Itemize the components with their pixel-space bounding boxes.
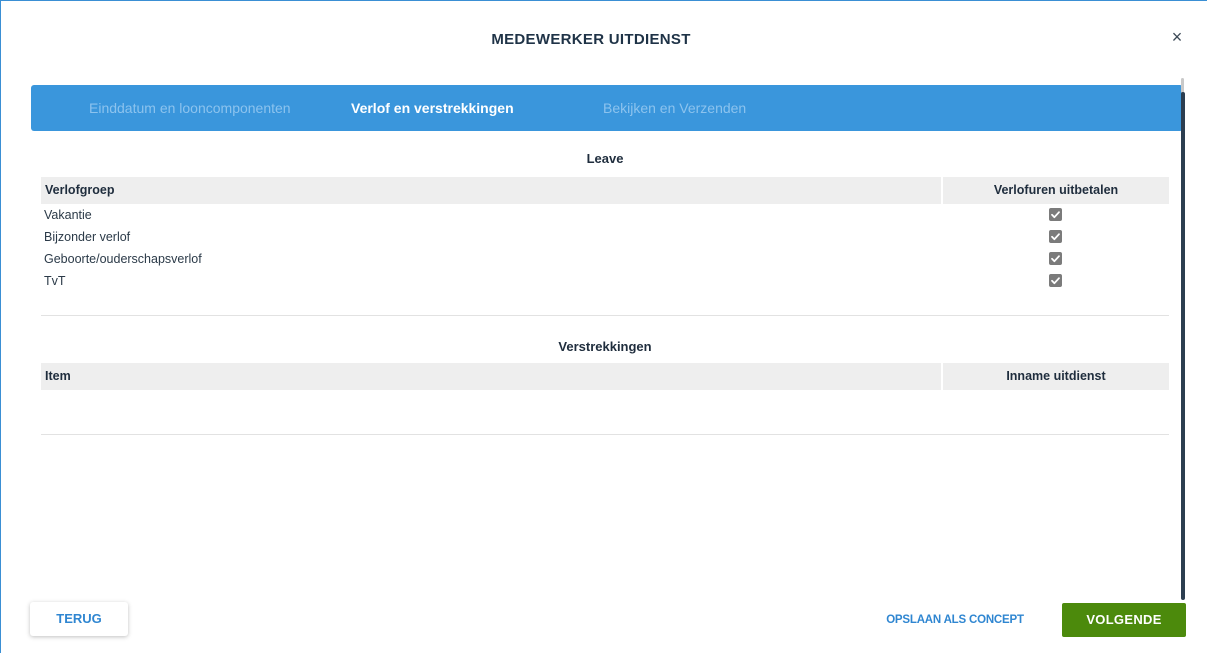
- row-label: Bijzonder verlof: [44, 230, 131, 244]
- column-header-verlofgroep: Verlofgroep: [41, 177, 941, 204]
- column-header-verlofuren-uitbetalen: Verlofuren uitbetalen: [943, 177, 1169, 204]
- modal-border-top: [0, 0, 1207, 1]
- table-row: Bijzonder verlof: [41, 226, 1169, 248]
- modal-border-left: [0, 0, 1, 653]
- column-header-inname-uitdienst: Inname uitdienst: [943, 363, 1169, 390]
- column-header-item: Item: [41, 363, 941, 390]
- checkmark-icon: [1051, 277, 1060, 285]
- next-button[interactable]: VOLGENDE: [1062, 603, 1186, 637]
- payout-checkbox[interactable]: [1049, 252, 1062, 265]
- scrollbar[interactable]: [1181, 78, 1185, 600]
- leave-table-header: Verlofgroep Verlofuren uitbetalen: [41, 177, 1169, 204]
- step-einddatum[interactable]: Einddatum en looncomponenten: [89, 85, 291, 131]
- wizard-stepper: Einddatum en looncomponenten Verlof en v…: [31, 85, 1183, 131]
- row-label: Geboorte/ouderschapsverlof: [44, 252, 202, 266]
- checkmark-icon: [1051, 211, 1060, 219]
- section-divider: [41, 434, 1169, 435]
- verstrekkingen-section-title: Verstrekkingen: [558, 339, 652, 354]
- row-label: Vakantie: [44, 208, 92, 222]
- payout-checkbox[interactable]: [1049, 230, 1062, 243]
- step-verlof-active[interactable]: Verlof en verstrekkingen: [351, 85, 514, 131]
- modal-title: MEDEWERKER UITDIENST: [491, 31, 691, 48]
- checkmark-icon: [1051, 233, 1060, 241]
- verstrekkingen-table-header: Item Inname uitdienst: [41, 363, 1169, 390]
- leave-section-title: Leave: [586, 151, 624, 166]
- back-button[interactable]: TERUG: [30, 602, 128, 636]
- scrollbar-thumb[interactable]: [1181, 92, 1185, 600]
- save-draft-button[interactable]: OPSLAAN ALS CONCEPT: [880, 610, 1030, 630]
- payout-checkbox[interactable]: [1049, 274, 1062, 287]
- step-bekijken[interactable]: Bekijken en Verzenden: [603, 85, 746, 131]
- table-row: TvT: [41, 270, 1169, 292]
- table-row: Geboorte/ouderschapsverlof: [41, 248, 1169, 270]
- payout-checkbox[interactable]: [1049, 208, 1062, 221]
- row-label: TvT: [44, 274, 66, 288]
- section-divider: [41, 315, 1169, 316]
- scrollbar-track: [1181, 78, 1184, 93]
- close-icon[interactable]: ×: [1168, 27, 1186, 47]
- checkmark-icon: [1051, 255, 1060, 263]
- table-row: Vakantie: [41, 204, 1169, 226]
